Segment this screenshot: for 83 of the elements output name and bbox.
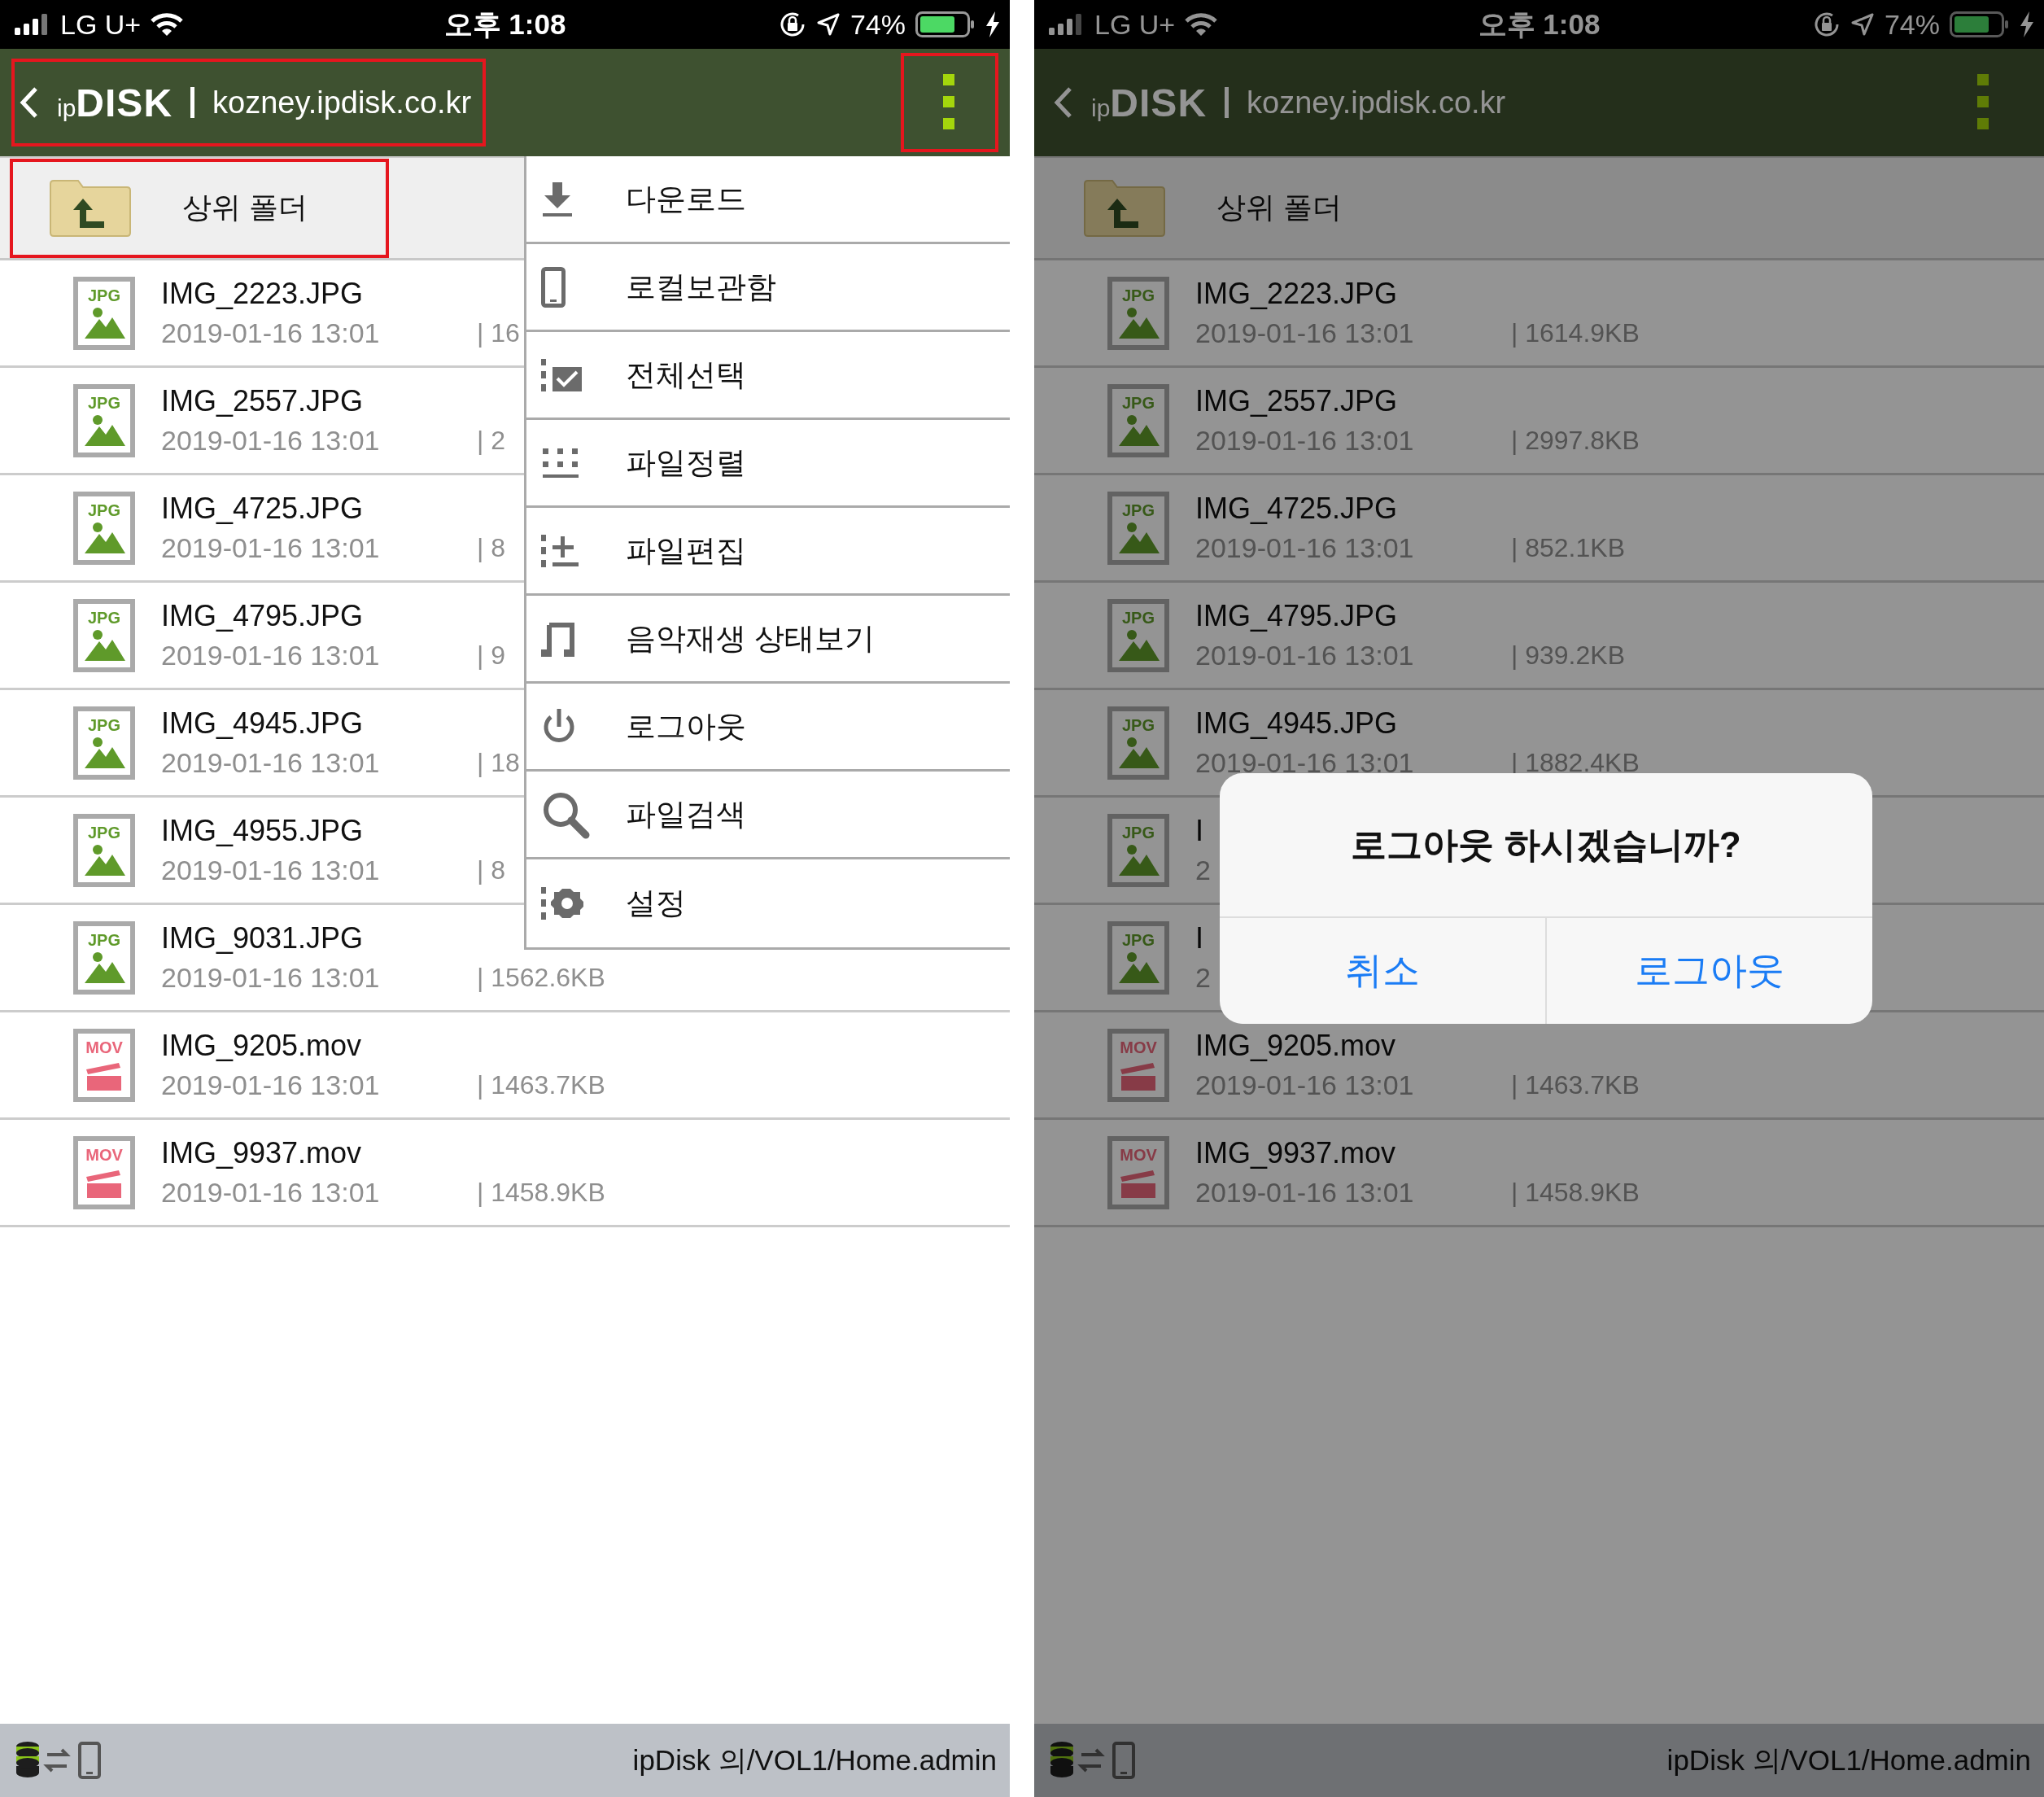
file-date: 2	[1195, 855, 1211, 886]
file-date: 2019-01-16 13:01	[1195, 532, 1414, 564]
parent-folder-label: 상위 폴더	[1216, 190, 1342, 225]
file-name: IMG_4955.JPG	[161, 814, 364, 848]
file-size: | 1614.9KB	[1511, 318, 1640, 348]
battery-percent: 74%	[849, 8, 906, 41]
file-size: | 18	[477, 748, 520, 778]
file-date: 2019-01-16 13:01	[161, 855, 380, 886]
file-size: | 1463.7KB	[1511, 1070, 1640, 1100]
server-address: kozney.ipdisk.co.kr	[212, 85, 472, 120]
server-address: kozney.ipdisk.co.kr	[1247, 85, 1506, 120]
video-file-icon: MOV	[1107, 1028, 1169, 1102]
dialog-message: 로그아웃 하시겠습니까?	[1220, 773, 1872, 918]
video-file-icon: MOV	[73, 1028, 135, 1102]
file-size: | 939.2KB	[1511, 641, 1625, 671]
file-name: IMG_4725.JPG	[1195, 492, 1398, 526]
image-file-icon: JPG	[1107, 598, 1169, 672]
file-date: 2019-01-16 13:01	[1195, 640, 1414, 671]
file-size: | 9	[477, 641, 505, 671]
file-name: IMG_4725.JPG	[161, 492, 364, 526]
battery-percent: 74%	[1884, 8, 1940, 41]
file-date: 2019-01-16 13:01	[161, 317, 380, 349]
image-file-icon: JPG	[73, 813, 135, 887]
file-size: | 1463.7KB	[477, 1070, 605, 1100]
file-date: 2019-01-16 13:01	[161, 1177, 380, 1209]
file-date: 2019-01-16 13:01	[161, 425, 380, 457]
file-size: | 1458.9KB	[477, 1178, 605, 1208]
file-size: | 16	[477, 318, 520, 348]
file-size: | 2997.8KB	[1511, 426, 1640, 456]
file-date: 2019-01-16 13:01	[1195, 317, 1414, 349]
video-file-icon: MOV	[1107, 1135, 1169, 1209]
parent-folder-label: 상위 폴더	[182, 190, 308, 225]
file-name: IMG_4945.JPG	[1195, 706, 1398, 741]
file-date: 2	[1195, 962, 1211, 994]
file-name: I	[1195, 921, 1203, 955]
image-file-icon: JPG	[73, 706, 135, 780]
app-logo: ipDISK	[1091, 80, 1208, 125]
file-date: 2019-01-16 13:01	[1195, 1069, 1414, 1101]
file-name: IMG_9205.mov	[1195, 1029, 1396, 1063]
carrier-name: LG U+	[60, 8, 142, 41]
image-file-icon: JPG	[73, 276, 135, 350]
file-date: 2019-01-16 13:01	[1195, 1177, 1414, 1209]
file-date: 2019-01-16 13:01	[161, 640, 380, 671]
image-file-icon: JPG	[73, 920, 135, 995]
folder-path: ipDisk 의/VOL1/Home.admin	[1666, 1742, 2031, 1777]
app-logo: ipDISK	[57, 80, 173, 125]
video-file-icon: MOV	[73, 1135, 135, 1209]
file-name: IMG_9205.mov	[161, 1029, 362, 1063]
image-file-icon: JPG	[1107, 491, 1169, 565]
file-name: IMG_9937.mov	[1195, 1136, 1396, 1170]
file-name: IMG_9031.JPG	[161, 921, 364, 955]
file-date: 2019-01-16 13:01	[161, 532, 380, 564]
file-name: IMG_2557.JPG	[1195, 384, 1398, 418]
file-size: | 852.1KB	[1511, 533, 1625, 563]
image-file-icon: JPG	[73, 491, 135, 565]
image-file-icon: JPG	[1107, 383, 1169, 457]
file-size: | 1562.6KB	[477, 963, 605, 993]
file-name: IMG_4795.JPG	[1195, 599, 1398, 633]
file-name: IMG_4795.JPG	[161, 599, 364, 633]
clock-time: 오후 1:08	[443, 7, 566, 42]
image-file-icon: JPG	[73, 598, 135, 672]
image-file-icon: JPG	[1107, 706, 1169, 780]
image-file-icon: JPG	[1107, 920, 1169, 995]
file-size: | 8	[477, 855, 505, 885]
file-size: | 2	[477, 426, 505, 456]
file-name: IMG_2557.JPG	[161, 384, 364, 418]
image-file-icon: JPG	[73, 383, 135, 457]
file-size: | 1458.9KB	[1511, 1178, 1640, 1208]
image-file-icon: JPG	[1107, 813, 1169, 887]
file-date: 2019-01-16 13:01	[161, 1069, 380, 1101]
file-name: IMG_2223.JPG	[1195, 277, 1398, 311]
file-date: 2019-01-16 13:01	[161, 962, 380, 994]
file-size: | 8	[477, 533, 505, 563]
file-date: 2019-01-16 13:01	[1195, 425, 1414, 457]
file-name: I	[1195, 814, 1203, 848]
file-name: IMG_4945.JPG	[161, 706, 364, 741]
file-name: IMG_2223.JPG	[161, 277, 364, 311]
file-date: 2019-01-16 13:01	[161, 747, 380, 779]
file-name: IMG_9937.mov	[161, 1136, 362, 1170]
folder-path: ipDisk 의/VOL1/Home.admin	[632, 1742, 997, 1777]
clock-time: 오후 1:08	[1478, 7, 1601, 42]
image-file-icon: JPG	[1107, 276, 1169, 350]
carrier-name: LG U+	[1094, 8, 1176, 41]
